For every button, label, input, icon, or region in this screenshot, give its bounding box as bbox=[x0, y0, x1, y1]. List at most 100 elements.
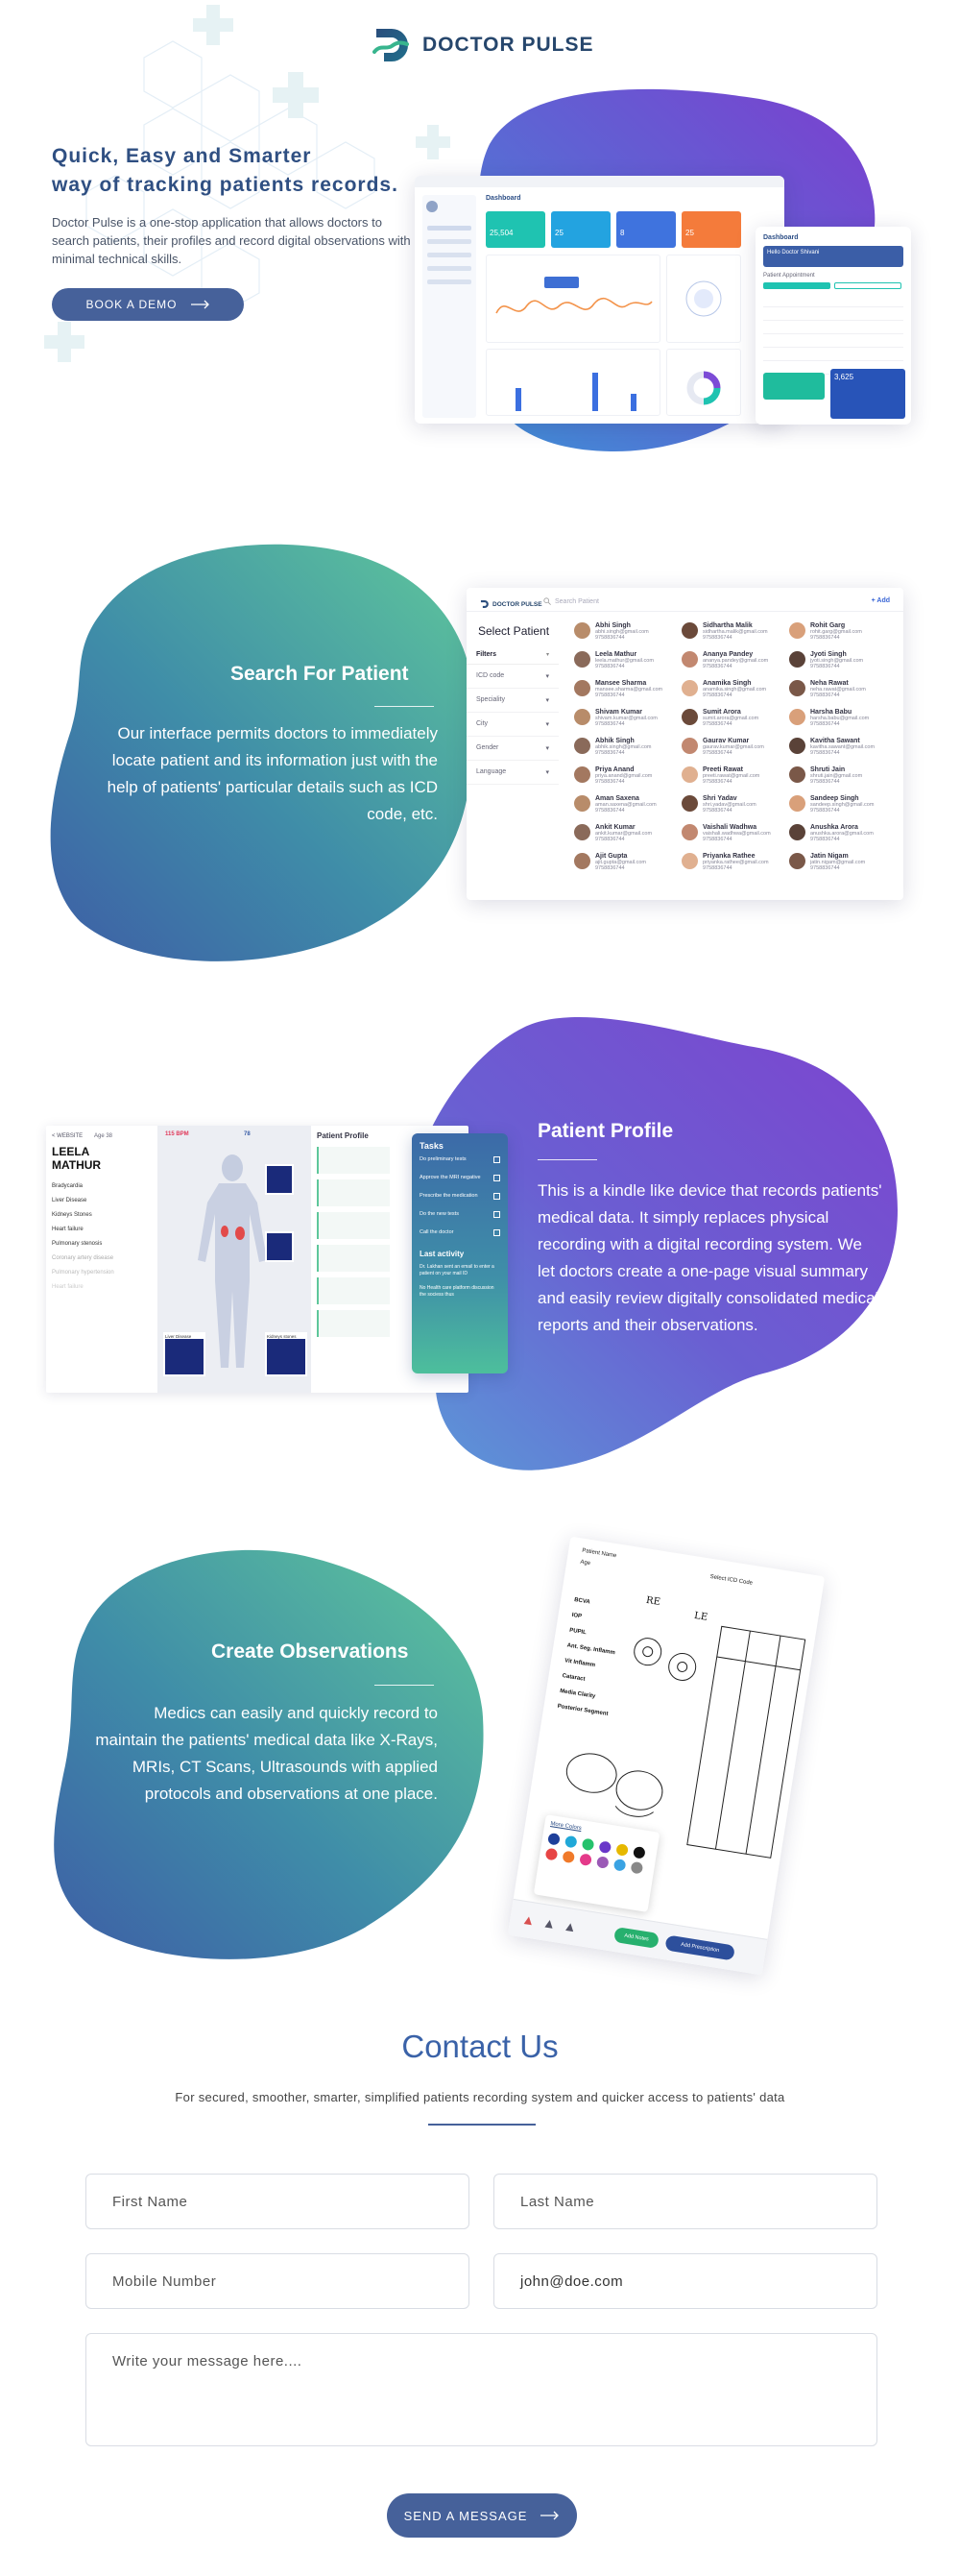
checkbox-icon bbox=[493, 1193, 500, 1200]
patient-card[interactable]: Priyanka Rathee priyanka.rathee@gmail.com… bbox=[682, 853, 789, 882]
scan-thumbnail[interactable] bbox=[265, 1164, 294, 1195]
conditions-list: Bradycardia Liver Disease Kidneys Stones… bbox=[52, 1183, 148, 1299]
patient-info: Priya Anand priya.anand@gmail.com 97588367… bbox=[595, 766, 652, 785]
task-item[interactable]: Do the new tests bbox=[420, 1211, 500, 1218]
color-swatch[interactable] bbox=[615, 1843, 629, 1857]
task-item[interactable]: Prescribe the medication bbox=[420, 1193, 500, 1200]
arrow-right-icon bbox=[190, 300, 209, 309]
scan-thumbnail[interactable]: Liver Disease bbox=[163, 1332, 205, 1376]
patient-info: Shruti Jain shruti.jain@gmail.com 97588367… bbox=[810, 766, 862, 785]
avatar bbox=[682, 622, 698, 639]
panel-add-button[interactable]: + Add bbox=[872, 597, 890, 604]
patient-card[interactable]: Leela Mathur leela.mathur@gmail.com 975883… bbox=[574, 651, 682, 680]
patient-card[interactable]: Abhik Singh abhik.singh@gmail.com 97588367… bbox=[574, 738, 682, 766]
patient-card[interactable]: Gaurav Kumar gaurav.kumar@gmail.com 975883… bbox=[682, 738, 789, 766]
send-message-button[interactable]: SEND A MESSAGE bbox=[387, 2493, 577, 2538]
condition-item[interactable]: Heart failure bbox=[52, 1227, 148, 1241]
panel-search-input[interactable]: Search Patient bbox=[543, 597, 599, 605]
profile-heading: Patient Profile bbox=[317, 1131, 369, 1140]
color-swatch[interactable] bbox=[544, 1847, 559, 1861]
color-swatch[interactable] bbox=[547, 1832, 561, 1846]
scan-thumbnail[interactable] bbox=[265, 1231, 294, 1262]
book-demo-label: BOOK A DEMO bbox=[85, 298, 178, 311]
patient-name: Priyanka Rathee bbox=[703, 853, 756, 860]
patient-card[interactable]: Rohit Garg rohit.garg@gmail.com 9758836744 bbox=[789, 622, 897, 651]
profile-back-link[interactable]: < WEBSITE bbox=[52, 1133, 83, 1139]
patient-card[interactable]: Ankit Kumar ankit.kumar@gmail.com 97588367… bbox=[574, 824, 682, 853]
avatar bbox=[789, 709, 805, 725]
filter-item[interactable]: Speciality ▾ bbox=[467, 689, 559, 713]
color-swatch[interactable] bbox=[581, 1837, 595, 1852]
condition-item[interactable]: Pulmonary stenosis bbox=[52, 1241, 148, 1255]
dashboard-bar-chart bbox=[486, 349, 660, 416]
brand-logo[interactable]: DOCTOR PULSE bbox=[372, 25, 593, 65]
eraser-tool-icon[interactable]: ▲ bbox=[563, 1918, 578, 1935]
color-swatch[interactable] bbox=[598, 1840, 612, 1855]
add-prescription-button[interactable]: Add Prescription bbox=[664, 1934, 735, 1961]
filter-item[interactable]: Language ▾ bbox=[467, 761, 559, 785]
profile-timeline bbox=[317, 1147, 390, 1343]
add-notes-button[interactable]: Add Notes bbox=[613, 1926, 660, 1949]
logo-icon bbox=[372, 29, 409, 61]
first-name-field[interactable]: First Name bbox=[85, 2174, 469, 2229]
patient-card[interactable]: Ananya Pandey ananya.pandey@gmail.com 9758… bbox=[682, 651, 789, 680]
mobile-number-field[interactable]: Mobile Number bbox=[85, 2253, 469, 2309]
patient-card[interactable]: Mansee Sharma mansee.sharma@gmail.com 9758… bbox=[574, 680, 682, 709]
observations-title: Create Observations bbox=[211, 1640, 409, 1663]
condition-item[interactable]: Coronary artery disease bbox=[52, 1255, 148, 1270]
pen-tool-icon[interactable]: ▲ bbox=[520, 1911, 536, 1929]
condition-item[interactable]: Kidneys Stones bbox=[52, 1212, 148, 1227]
color-swatch[interactable] bbox=[564, 1835, 578, 1849]
patient-card[interactable]: Sidhartha Malik sidhartha.malik@gmail.com… bbox=[682, 622, 789, 651]
color-swatch[interactable] bbox=[595, 1856, 610, 1869]
email-field[interactable]: john@doe.com bbox=[493, 2253, 877, 2309]
patient-card[interactable]: Anamika Singh anamika.singh@gmail.com 9758… bbox=[682, 680, 789, 709]
patient-card[interactable]: Shri Yadav shri.yadav@gmail.com 9758836744 bbox=[682, 795, 789, 824]
marker-tool-icon[interactable]: ▲ bbox=[541, 1914, 557, 1932]
patient-name: Shivam Kumar bbox=[595, 709, 643, 716]
color-swatch[interactable] bbox=[562, 1850, 576, 1864]
patient-card[interactable]: Preeti Rawat preeti.rawat@gmail.com 975883… bbox=[682, 766, 789, 795]
patient-profile-mockup: < WEBSITE Age 38 LEELA MATHUR Bradycardi… bbox=[46, 1126, 468, 1393]
patient-info: Anamika Singh anamika.singh@gmail.com 9758… bbox=[703, 680, 766, 698]
task-item[interactable]: Approve the MRI negative bbox=[420, 1175, 500, 1181]
patient-card[interactable]: Kavitha Sawant kavitha.sawant@gmail.com 97… bbox=[789, 738, 897, 766]
patient-card[interactable]: Abhi Singh abhi.singh@gmail.com 9758836744 bbox=[574, 622, 682, 651]
filter-item[interactable]: City ▾ bbox=[467, 713, 559, 737]
patient-name: Leela Mathur bbox=[595, 651, 637, 658]
filter-item[interactable]: Gender ▾ bbox=[467, 737, 559, 761]
patient-card[interactable]: Sumit Arora sumit.arora@gmail.com 97588367… bbox=[682, 709, 789, 738]
profile-title: Patient Profile bbox=[538, 1120, 674, 1142]
patient-phone: 9758836744 bbox=[595, 664, 625, 669]
observations-body: Medics can easily and quickly record to … bbox=[95, 1704, 438, 1803]
patient-card[interactable]: Vaishali Wadhwa vaishali.wadhwa@gmail.com… bbox=[682, 824, 789, 853]
scan-thumbnail[interactable]: Kidneys stones bbox=[265, 1332, 307, 1376]
patient-card[interactable]: Shruti Jain shruti.jain@gmail.com 97588367… bbox=[789, 766, 897, 795]
condition-item[interactable]: Pulmonary hypertension bbox=[52, 1270, 148, 1284]
color-swatch[interactable] bbox=[633, 1845, 646, 1859]
condition-item[interactable]: Heart failure bbox=[52, 1284, 148, 1299]
filter-item[interactable]: ICD code ▾ bbox=[467, 665, 559, 689]
patient-card[interactable]: Ajit Gupta ajit.gupta@gmail.com 9758836744 bbox=[574, 853, 682, 882]
book-demo-button[interactable]: BOOK A DEMO bbox=[52, 288, 244, 321]
filters-header[interactable]: Filters ▾ bbox=[467, 645, 559, 665]
patient-card[interactable]: Aman Saxena aman.saxena@gmail.com 97588367… bbox=[574, 795, 682, 824]
condition-item[interactable]: Bradycardia bbox=[52, 1183, 148, 1198]
patient-card[interactable]: Jatin Nigam jatin.nigam@gmail.com 97588367… bbox=[789, 853, 897, 882]
last-name-field[interactable]: Last Name bbox=[493, 2174, 877, 2229]
patient-card[interactable]: Sandeep Singh sandeep.singh@gmail.com 9758… bbox=[789, 795, 897, 824]
patient-card[interactable]: Harsha Babu harsha.babu@gmail.com 97588367… bbox=[789, 709, 897, 738]
patient-card[interactable]: Neha Rawat neha.rawat@gmail.com 9758836744 bbox=[789, 680, 897, 709]
task-item[interactable]: Call the doctor bbox=[420, 1229, 500, 1236]
color-swatch[interactable] bbox=[579, 1853, 592, 1867]
message-field[interactable]: Write your message here.... bbox=[85, 2333, 877, 2446]
condition-item[interactable]: Liver Disease bbox=[52, 1198, 148, 1212]
color-swatch[interactable] bbox=[612, 1858, 627, 1872]
patient-card[interactable]: Shivam Kumar shivam.kumar@gmail.com 975883… bbox=[574, 709, 682, 738]
patient-card[interactable]: Jyoti Singh jyoti.singh@gmail.com 97588367… bbox=[789, 651, 897, 680]
patient-card[interactable]: Priya Anand priya.anand@gmail.com 97588367… bbox=[574, 766, 682, 795]
avatar bbox=[682, 680, 698, 696]
color-swatch[interactable] bbox=[630, 1860, 644, 1875]
patient-card[interactable]: Anushka Arora anushka.arora@gmail.com 9758… bbox=[789, 824, 897, 853]
task-item[interactable]: Do preliminary tests bbox=[420, 1156, 500, 1163]
